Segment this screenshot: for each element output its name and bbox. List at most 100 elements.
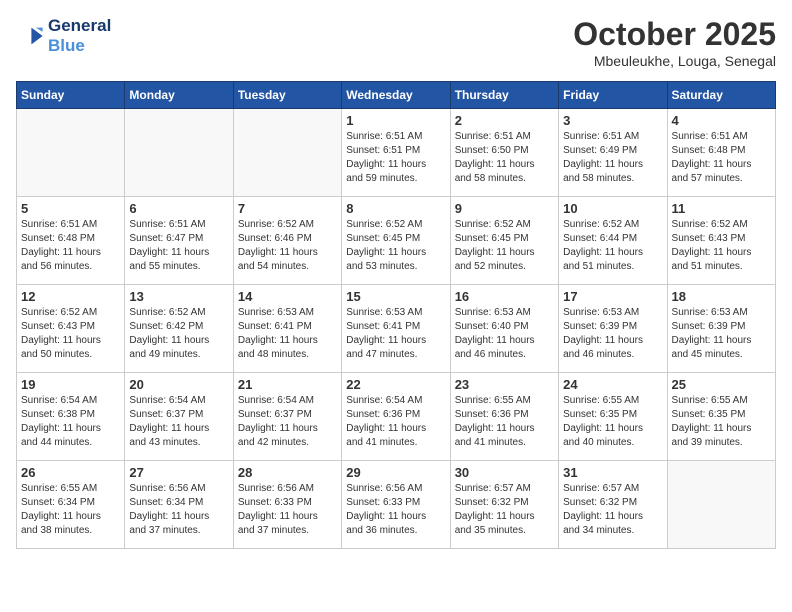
- day-number: 30: [455, 465, 554, 480]
- day-number: 4: [672, 113, 771, 128]
- month-title: October 2025: [573, 16, 776, 53]
- calendar-cell: 16Sunrise: 6:53 AM Sunset: 6:40 PM Dayli…: [450, 285, 558, 373]
- calendar-cell: 12 Sunrise: 6:52 AM Sunset: 6:43 PM Dayli…: [17, 285, 125, 373]
- day-info: Sunrise: 6:55 AM Sunset: 6:34 PM Dayligh…: [21, 482, 120, 538]
- calendar-cell: 29 Sunrise: 6:56 AM Sunset: 6:33 PM Dayli…: [342, 461, 450, 549]
- day-number: 8: [346, 201, 445, 216]
- day-info: Sunrise: 6:52 AM Sunset: 6:44 PM Dayligh…: [563, 218, 662, 274]
- day-number: 16: [455, 289, 554, 304]
- day-info: Sunrise: 6:52 AM Sunset: 6:46 PM Dayligh…: [238, 218, 337, 274]
- calendar-cell: 20 Sunrise: 6:54 AM Sunset: 6:37 PM Dayli…: [125, 373, 233, 461]
- day-number: 15: [346, 289, 445, 304]
- title-area: October 2025 Mbeuleukhe, Louga, Senegal: [573, 16, 776, 69]
- day-number: 23: [455, 377, 554, 392]
- day-info: Sunrise: 6:53 AM Sunset: 6:41 PM Dayligh…: [238, 306, 337, 362]
- day-number: 21: [238, 377, 337, 392]
- calendar-cell: 5 Sunrise: 6:51 AM Sunset: 6:48 PM Daylig…: [17, 197, 125, 285]
- day-info: Sunrise: 6:53 AM Sunset: 6:41 PM Dayligh…: [346, 306, 445, 362]
- day-info: Sunrise: 6:54 AM Sunset: 6:38 PM Dayligh…: [21, 394, 120, 450]
- day-number: 27: [129, 465, 228, 480]
- day-info: Sunrise: 6:52 AM Sunset: 6:45 PM Dayligh…: [346, 218, 445, 274]
- logo-icon: [16, 22, 44, 50]
- day-number: 29: [346, 465, 445, 480]
- day-info: Sunrise: 6:51 AM Sunset: 6:48 PM Dayligh…: [672, 130, 771, 186]
- weekday-header-monday: Monday: [125, 82, 233, 109]
- day-number: 26: [21, 465, 120, 480]
- weekday-header-sunday: Sunday: [17, 82, 125, 109]
- day-number: 9: [455, 201, 554, 216]
- calendar-cell: 6 Sunrise: 6:51 AM Sunset: 6:47 PM Daylig…: [125, 197, 233, 285]
- calendar-cell: 27 Sunrise: 6:56 AM Sunset: 6:34 PM Dayli…: [125, 461, 233, 549]
- calendar-cell: 18 Sunrise: 6:53 AM Sunset: 6:39 PM Dayli…: [667, 285, 775, 373]
- weekday-header-wednesday: Wednesday: [342, 82, 450, 109]
- day-info: Sunrise: 6:52 AM Sunset: 6:43 PM Dayligh…: [21, 306, 120, 362]
- day-info: Sunrise: 6:56 AM Sunset: 6:33 PM Dayligh…: [346, 482, 445, 538]
- day-number: 12: [21, 289, 120, 304]
- day-number: 6: [129, 201, 228, 216]
- calendar-week-row: 12 Sunrise: 6:52 AM Sunset: 6:43 PM Dayli…: [17, 285, 776, 373]
- day-number: 31: [563, 465, 662, 480]
- calendar-cell: 26 Sunrise: 6:55 AM Sunset: 6:34 PM Dayli…: [17, 461, 125, 549]
- day-info: Sunrise: 6:52 AM Sunset: 6:45 PM Dayligh…: [455, 218, 554, 274]
- calendar-header-row: SundayMondayTuesdayWednesdayThursdayFrid…: [17, 82, 776, 109]
- day-number: 3: [563, 113, 662, 128]
- day-info: Sunrise: 6:51 AM Sunset: 6:48 PM Dayligh…: [21, 218, 120, 274]
- day-info: Sunrise: 6:54 AM Sunset: 6:36 PM Dayligh…: [346, 394, 445, 450]
- day-number: 13: [129, 289, 228, 304]
- day-number: 5: [21, 201, 120, 216]
- calendar-cell: 23 Sunrise: 6:55 AM Sunset: 6:36 PM Dayli…: [450, 373, 558, 461]
- calendar-week-row: 1Sunrise: 6:51 AM Sunset: 6:51 PM Daylig…: [17, 109, 776, 197]
- calendar-cell: [667, 461, 775, 549]
- calendar-table: SundayMondayTuesdayWednesdayThursdayFrid…: [16, 81, 776, 549]
- calendar-cell: [125, 109, 233, 197]
- day-info: Sunrise: 6:55 AM Sunset: 6:36 PM Dayligh…: [455, 394, 554, 450]
- day-number: 10: [563, 201, 662, 216]
- day-info: Sunrise: 6:52 AM Sunset: 6:43 PM Dayligh…: [672, 218, 771, 274]
- page-header: General Blue October 2025 Mbeuleukhe, Lo…: [16, 16, 776, 69]
- calendar-cell: 10 Sunrise: 6:52 AM Sunset: 6:44 PM Dayli…: [559, 197, 667, 285]
- day-info: Sunrise: 6:56 AM Sunset: 6:34 PM Dayligh…: [129, 482, 228, 538]
- calendar-cell: 1Sunrise: 6:51 AM Sunset: 6:51 PM Daylig…: [342, 109, 450, 197]
- day-number: 18: [672, 289, 771, 304]
- calendar-cell: 8 Sunrise: 6:52 AM Sunset: 6:45 PM Daylig…: [342, 197, 450, 285]
- day-number: 17: [563, 289, 662, 304]
- day-number: 20: [129, 377, 228, 392]
- calendar-cell: 25 Sunrise: 6:55 AM Sunset: 6:35 PM Dayli…: [667, 373, 775, 461]
- day-info: Sunrise: 6:52 AM Sunset: 6:42 PM Dayligh…: [129, 306, 228, 362]
- calendar-week-row: 5 Sunrise: 6:51 AM Sunset: 6:48 PM Daylig…: [17, 197, 776, 285]
- day-number: 11: [672, 201, 771, 216]
- calendar-cell: 13 Sunrise: 6:52 AM Sunset: 6:42 PM Dayli…: [125, 285, 233, 373]
- calendar-cell: 31 Sunrise: 6:57 AM Sunset: 6:32 PM Dayli…: [559, 461, 667, 549]
- day-info: Sunrise: 6:55 AM Sunset: 6:35 PM Dayligh…: [563, 394, 662, 450]
- day-info: Sunrise: 6:53 AM Sunset: 6:39 PM Dayligh…: [672, 306, 771, 362]
- calendar-cell: 17Sunrise: 6:53 AM Sunset: 6:39 PM Dayli…: [559, 285, 667, 373]
- day-number: 25: [672, 377, 771, 392]
- calendar-cell: 3 Sunrise: 6:51 AM Sunset: 6:49 PM Daylig…: [559, 109, 667, 197]
- day-number: 24: [563, 377, 662, 392]
- calendar-week-row: 19Sunrise: 6:54 AM Sunset: 6:38 PM Dayli…: [17, 373, 776, 461]
- day-number: 28: [238, 465, 337, 480]
- day-number: 2: [455, 113, 554, 128]
- calendar-cell: 15 Sunrise: 6:53 AM Sunset: 6:41 PM Dayli…: [342, 285, 450, 373]
- day-info: Sunrise: 6:51 AM Sunset: 6:49 PM Dayligh…: [563, 130, 662, 186]
- weekday-header-friday: Friday: [559, 82, 667, 109]
- calendar-cell: 30 Sunrise: 6:57 AM Sunset: 6:32 PM Dayli…: [450, 461, 558, 549]
- day-info: Sunrise: 6:56 AM Sunset: 6:33 PM Dayligh…: [238, 482, 337, 538]
- calendar-cell: 2Sunrise: 6:51 AM Sunset: 6:50 PM Daylig…: [450, 109, 558, 197]
- calendar-cell: 9 Sunrise: 6:52 AM Sunset: 6:45 PM Daylig…: [450, 197, 558, 285]
- weekday-header-thursday: Thursday: [450, 82, 558, 109]
- day-number: 7: [238, 201, 337, 216]
- day-info: Sunrise: 6:57 AM Sunset: 6:32 PM Dayligh…: [563, 482, 662, 538]
- day-info: Sunrise: 6:57 AM Sunset: 6:32 PM Dayligh…: [455, 482, 554, 538]
- location-subtitle: Mbeuleukhe, Louga, Senegal: [573, 53, 776, 69]
- calendar-cell: 7 Sunrise: 6:52 AM Sunset: 6:46 PM Daylig…: [233, 197, 341, 285]
- day-info: Sunrise: 6:54 AM Sunset: 6:37 PM Dayligh…: [129, 394, 228, 450]
- calendar-cell: 11 Sunrise: 6:52 AM Sunset: 6:43 PM Dayli…: [667, 197, 775, 285]
- calendar-cell: 19Sunrise: 6:54 AM Sunset: 6:38 PM Dayli…: [17, 373, 125, 461]
- weekday-header-tuesday: Tuesday: [233, 82, 341, 109]
- calendar-cell: 24 Sunrise: 6:55 AM Sunset: 6:35 PM Dayli…: [559, 373, 667, 461]
- day-info: Sunrise: 6:51 AM Sunset: 6:51 PM Dayligh…: [346, 130, 445, 186]
- day-info: Sunrise: 6:55 AM Sunset: 6:35 PM Dayligh…: [672, 394, 771, 450]
- day-info: Sunrise: 6:51 AM Sunset: 6:47 PM Dayligh…: [129, 218, 228, 274]
- day-number: 14: [238, 289, 337, 304]
